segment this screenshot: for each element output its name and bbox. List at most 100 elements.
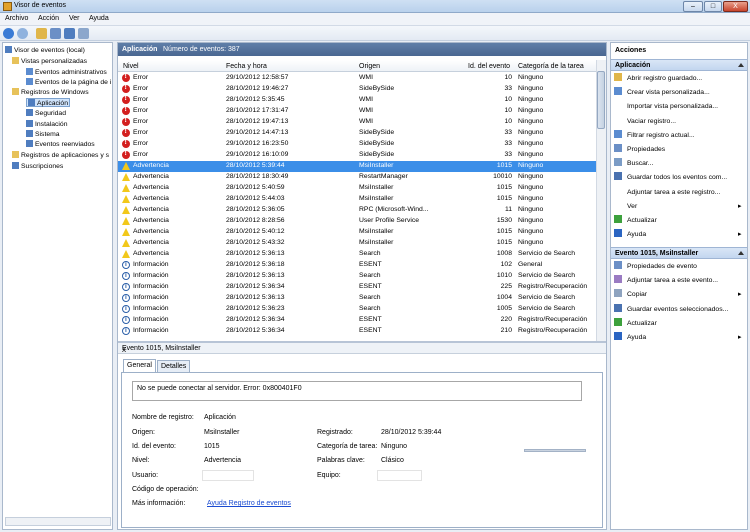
action-item[interactable]: Crear vista personalizada... (614, 87, 710, 98)
action-item[interactable]: Actualizar (614, 215, 657, 226)
menu-accion[interactable]: Acción (38, 15, 59, 22)
tree-item-eventos-administrativos[interactable]: Eventos administrativos (26, 68, 107, 77)
minimize-button[interactable]: – (683, 1, 703, 12)
tree-item-eventos-reenviados[interactable]: Eventos reenviados (26, 140, 95, 149)
row-level: Advertencia (133, 195, 169, 202)
error-icon (122, 106, 130, 115)
row-level: Advertencia (133, 173, 169, 180)
tree-horizontal-scrollbar[interactable] (5, 517, 111, 526)
table-row[interactable]: Información 28/10/2012 5:36:34 ESENT Regist… (118, 326, 596, 337)
event-log-help-link[interactable]: Ayuda Registro de eventos (207, 500, 291, 507)
menu-ver[interactable]: Ver (69, 15, 80, 22)
table-row[interactable]: Advertencia 28/10/2012 5:36:05 RPC (Micros… (118, 205, 596, 216)
tree-item-registros-aplicaciones[interactable]: Registros de aplicaciones y s (12, 151, 109, 160)
table-row[interactable]: Error 29/10/2012 16:10:09 SideBySide Ningun… (118, 150, 596, 161)
table-row[interactable]: Advertencia 28/10/2012 5:40:12 MsiInstalle… (118, 227, 596, 238)
action-item[interactable]: Copiar ▸ (614, 289, 741, 300)
table-row[interactable]: Advertencia 28/10/2012 18:30:49 RestartMan… (118, 172, 596, 183)
close-button[interactable]: X (723, 1, 748, 12)
table-row[interactable]: Advertencia 28/10/2012 5:44:03 MsiInstalle… (118, 194, 596, 205)
tab-detalles[interactable]: Detalles (157, 360, 191, 372)
information-icon (122, 327, 130, 335)
row-source: MsiInstaller (359, 228, 394, 235)
action-item[interactable]: Guardar eventos seleccionados... (614, 303, 728, 315)
tree-item-vistas-personalizadas[interactable]: Vistas personalizadas (12, 57, 87, 66)
action-label: Actualizar (627, 319, 657, 327)
table-row[interactable]: Advertencia 28/10/2012 5:40:59 MsiInstalle… (118, 183, 596, 194)
user-label: Usuario: (132, 472, 159, 479)
back-icon[interactable] (3, 28, 14, 39)
submenu-arrow-icon: ▸ (738, 334, 742, 341)
tree-item-seguridad[interactable]: Seguridad (26, 109, 66, 118)
table-row[interactable]: Error 29/10/2012 16:23:50 SideBySide Ningun… (118, 139, 596, 150)
row-level: Error (133, 151, 149, 158)
action-item[interactable]: Guardar todos los eventos com... (614, 172, 727, 183)
action-item[interactable]: Buscar... (614, 158, 653, 169)
table-row[interactable]: Error 28/10/2012 19:46:27 SideBySide Ningun… (118, 84, 596, 95)
menu-ayuda[interactable]: Ayuda (89, 15, 109, 22)
forward-icon[interactable] (17, 28, 28, 39)
table-row[interactable]: Información 28/10/2012 5:36:34 ESENT Regist… (118, 315, 596, 326)
action-item[interactable]: Ver ▸ (614, 201, 741, 212)
table-row[interactable]: Información 28/10/2012 5:36:13 Search Servi… (118, 293, 596, 304)
row-category: Ninguno (518, 173, 544, 180)
maximize-button[interactable]: □ (704, 1, 722, 12)
table-row[interactable]: Error 28/10/2012 17:31:47 WMI Ninguno 10 (118, 106, 596, 117)
action-item[interactable]: Propiedades de evento (614, 261, 697, 272)
action-label: Propiedades (627, 146, 666, 153)
col-id[interactable]: Id. del evento (468, 63, 510, 70)
show-hide-pane-icon[interactable] (78, 28, 89, 39)
table-row[interactable]: Error 29/10/2012 14:47:13 SideBySide Ningun… (118, 128, 596, 139)
list-scroll-thumb[interactable] (597, 71, 605, 129)
table-row[interactable]: Información 28/10/2012 5:36:13 Search Servi… (118, 271, 596, 282)
col-nivel[interactable]: Nivel (123, 63, 139, 70)
tree-item-eventos-pagina[interactable]: Eventos de la página de i (26, 78, 111, 87)
action-item[interactable]: Abrir registro guardado... (614, 73, 702, 84)
details-close-button[interactable]: x (122, 345, 600, 354)
action-item[interactable]: Importar vista personalizada... (614, 101, 718, 112)
table-row[interactable]: Error 28/10/2012 19:47:13 WMI Ninguno 10 (118, 117, 596, 128)
table-row[interactable]: Advertencia 28/10/2012 5:36:13 Search Servi… (118, 249, 596, 260)
row-category: Ninguno (518, 239, 544, 246)
table-row[interactable]: Información 28/10/2012 5:36:34 ESENT Regist… (118, 282, 596, 293)
collapse-icon[interactable] (738, 63, 744, 67)
action-item[interactable]: Vaciar registro... (614, 116, 676, 127)
event-message-box[interactable]: No se puede conectar al servidor. Error:… (132, 381, 582, 401)
col-origen[interactable]: Origen (359, 63, 380, 70)
error-icon (122, 139, 130, 148)
log-icon (26, 140, 33, 147)
action-item[interactable]: Ayuda ▸ (614, 332, 741, 343)
action-label: Ver (627, 202, 638, 210)
details-resize-grip[interactable] (524, 449, 586, 452)
action-item[interactable]: Ayuda ▸ (614, 229, 741, 240)
tree-item-aplicacion[interactable]: Aplicación (26, 98, 70, 107)
action-item[interactable]: Actualizar (614, 317, 657, 329)
menu-archivo[interactable]: Archivo (5, 15, 28, 22)
col-categoria[interactable]: Categoría de la tarea (518, 63, 584, 70)
tree-item-visor-local[interactable]: Visor de eventos (local) (5, 46, 85, 55)
action-item[interactable]: Adjuntar tarea a este registro... (614, 187, 720, 198)
action-item[interactable]: Filtrar registro actual... (614, 129, 695, 141)
section-evento[interactable]: Evento 1015, MsiInstaller (611, 247, 747, 259)
save-icon (614, 172, 622, 181)
action-item[interactable]: Adjuntar tarea a este evento... (614, 275, 718, 286)
properties-icon[interactable] (50, 28, 61, 39)
tree-item-suscripciones[interactable]: Suscripciones (12, 162, 63, 171)
table-row[interactable]: Información 28/10/2012 5:36:18 ESENT Genera… (118, 260, 596, 271)
table-row[interactable]: Error 28/10/2012 5:35:45 WMI Ninguno 10 (118, 95, 596, 106)
col-fecha[interactable]: Fecha y hora (226, 63, 267, 70)
table-row[interactable]: Advertencia 28/10/2012 5:39:44 MsiInstalle… (118, 161, 596, 172)
tree-item-instalacion[interactable]: Instalación (26, 120, 68, 129)
table-row[interactable]: Error 29/10/2012 12:58:57 WMI Ninguno 10 (118, 73, 596, 84)
table-row[interactable]: Advertencia 28/10/2012 8:28:56 User Profil… (118, 216, 596, 227)
tab-general[interactable]: General (123, 359, 156, 372)
section-aplicacion[interactable]: Aplicación (611, 59, 747, 71)
tree-item-sistema[interactable]: Sistema (26, 130, 60, 139)
open-folder-icon[interactable] (36, 28, 47, 39)
tree-item-registros-windows[interactable]: Registros de Windows (12, 88, 89, 97)
collapse-icon[interactable] (738, 251, 744, 255)
action-item[interactable]: Propiedades (614, 144, 665, 155)
help-icon[interactable] (64, 28, 75, 39)
table-row[interactable]: Información 28/10/2012 5:36:23 Search Servi… (118, 304, 596, 315)
table-row[interactable]: Advertencia 28/10/2012 5:43:32 MsiInstalle… (118, 238, 596, 249)
